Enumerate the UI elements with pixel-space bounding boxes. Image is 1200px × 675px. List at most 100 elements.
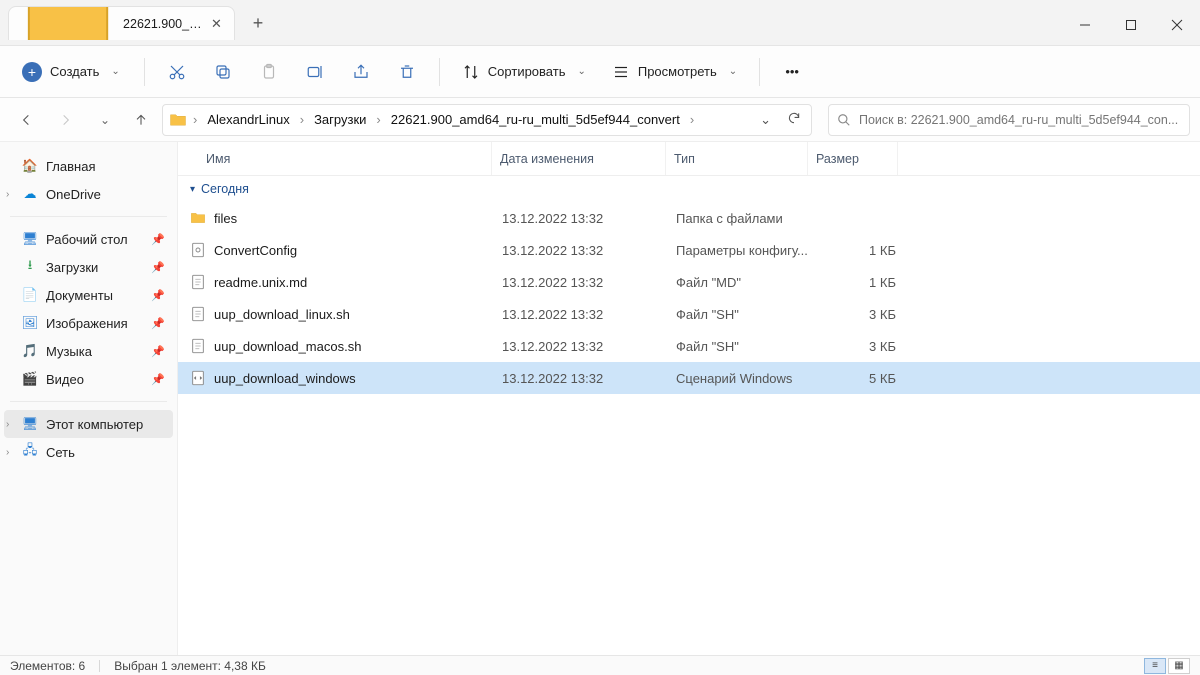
search-input[interactable]: [859, 113, 1181, 127]
view-toggles: ≡ ▦: [1144, 658, 1190, 674]
sidebar-pictures[interactable]: 🖼 Изображения 📌: [4, 309, 173, 337]
file-icon: [188, 370, 208, 386]
computer-icon: 🖥: [22, 416, 38, 432]
file-icon: [188, 306, 208, 322]
chevron-down-icon: ⌄: [729, 66, 737, 77]
minimize-button[interactable]: [1062, 6, 1108, 44]
delete-button[interactable]: [389, 54, 425, 90]
file-row[interactable]: files13.12.2022 13:32Папка с файлами: [178, 202, 1200, 234]
toolbar-separator: [439, 58, 440, 86]
pictures-icon: 🖼: [22, 315, 38, 331]
chevron-right-icon: ›: [688, 112, 696, 127]
plus-icon: +: [22, 62, 42, 82]
pin-icon: 📌: [151, 373, 165, 386]
paste-button[interactable]: [251, 54, 287, 90]
toolbar-separator: [759, 58, 760, 86]
file-row[interactable]: uup_download_linux.sh13.12.2022 13:32Фай…: [178, 298, 1200, 330]
pin-icon: 📌: [151, 261, 165, 274]
col-size[interactable]: Размер: [808, 142, 898, 175]
explorer-body: 🏠 Главная › ☁ OneDrive 🖥 Рабочий стол 📌 …: [0, 142, 1200, 655]
rename-button[interactable]: [297, 54, 333, 90]
search-box[interactable]: [828, 104, 1190, 136]
new-tab-button[interactable]: +: [241, 6, 275, 40]
view-icon: [612, 63, 630, 81]
view-details-toggle[interactable]: ≡: [1144, 658, 1166, 674]
sidebar-this-pc[interactable]: › 🖥 Этот компьютер: [4, 410, 173, 438]
desktop-icon: 🖥: [22, 231, 38, 247]
status-bar: Элементов: 6 Выбран 1 элемент: 4,38 КБ ≡…: [0, 655, 1200, 675]
file-size: 3 КБ: [818, 307, 908, 322]
history-dropdown-icon[interactable]: ⌄: [756, 108, 775, 132]
status-count: Элементов: 6: [10, 659, 85, 673]
tab-close-icon[interactable]: ✕: [211, 16, 222, 32]
divider: [10, 216, 167, 217]
file-type: Файл "SH": [676, 339, 818, 354]
sidebar-label: Сеть: [46, 445, 75, 460]
create-button[interactable]: + Создать ⌄: [16, 54, 130, 90]
file-name: uup_download_windows: [214, 371, 502, 386]
sidebar-documents[interactable]: 📄 Документы 📌: [4, 281, 173, 309]
sidebar-music[interactable]: 🎵 Музыка 📌: [4, 337, 173, 365]
group-header[interactable]: Сегодня: [178, 176, 1200, 202]
expand-icon[interactable]: ›: [6, 447, 9, 458]
file-row[interactable]: readme.unix.md13.12.2022 13:32Файл "MD"1…: [178, 266, 1200, 298]
col-name[interactable]: Имя: [178, 142, 492, 175]
divider: [10, 401, 167, 402]
cut-button[interactable]: [159, 54, 195, 90]
breadcrumb[interactable]: › AlexandrLinux › Загрузки › 22621.900_a…: [162, 104, 812, 136]
forward-button[interactable]: [48, 103, 82, 137]
file-icon: [188, 338, 208, 354]
sort-button[interactable]: Сортировать ⌄: [454, 54, 594, 90]
download-icon: ⭳: [22, 259, 38, 275]
sidebar-videos[interactable]: 🎬 Видео 📌: [4, 365, 173, 393]
file-row[interactable]: ConvertConfig13.12.2022 13:32Параметры к…: [178, 234, 1200, 266]
view-grid-toggle[interactable]: ▦: [1168, 658, 1190, 674]
more-button[interactable]: •••: [774, 54, 810, 90]
sidebar-network[interactable]: › 🖧 Сеть: [4, 438, 173, 466]
up-button[interactable]: [124, 103, 158, 137]
crumb-2[interactable]: 22621.900_amd64_ru-ru_multi_5d5ef944_con…: [387, 110, 684, 129]
sidebar-downloads[interactable]: ⭳ Загрузки 📌: [4, 253, 173, 281]
view-label: Просмотреть: [638, 64, 717, 79]
sidebar-home[interactable]: 🏠 Главная: [4, 152, 173, 180]
folder-icon: [21, 6, 115, 40]
sidebar-desktop[interactable]: 🖥 Рабочий стол 📌: [4, 225, 173, 253]
pin-icon: 📌: [151, 233, 165, 246]
divider: [99, 660, 100, 672]
file-type: Файл "MD": [676, 275, 818, 290]
back-button[interactable]: [10, 103, 44, 137]
file-row[interactable]: uup_download_windows13.12.2022 13:32Сцен…: [178, 362, 1200, 394]
file-icon: [188, 242, 208, 258]
maximize-button[interactable]: [1108, 6, 1154, 44]
file-name: ConvertConfig: [214, 243, 502, 258]
file-name: readme.unix.md: [214, 275, 502, 290]
sidebar: 🏠 Главная › ☁ OneDrive 🖥 Рабочий стол 📌 …: [0, 142, 178, 655]
close-button[interactable]: [1154, 6, 1200, 44]
col-date[interactable]: Дата изменения: [492, 142, 666, 175]
copy-button[interactable]: [205, 54, 241, 90]
file-date: 13.12.2022 13:32: [502, 243, 676, 258]
share-button[interactable]: [343, 54, 379, 90]
file-row[interactable]: uup_download_macos.sh13.12.2022 13:32Фай…: [178, 330, 1200, 362]
file-size: 3 КБ: [818, 339, 908, 354]
view-button[interactable]: Просмотреть ⌄: [604, 54, 745, 90]
sort-label: Сортировать: [488, 64, 566, 79]
window-tab[interactable]: 22621.900_amd64_ru-ru_multi ✕: [8, 6, 235, 40]
file-type: Сценарий Windows: [676, 371, 818, 386]
chevron-right-icon: ›: [298, 112, 306, 127]
refresh-button[interactable]: [783, 107, 805, 132]
pin-icon: 📌: [151, 289, 165, 302]
status-selection: Выбран 1 элемент: 4,38 КБ: [114, 659, 266, 673]
video-icon: 🎬: [22, 371, 38, 387]
crumb-1[interactable]: Загрузки: [310, 110, 370, 129]
home-icon: 🏠: [22, 158, 38, 174]
col-type[interactable]: Тип: [666, 142, 808, 175]
expand-icon[interactable]: ›: [6, 189, 9, 200]
sidebar-onedrive[interactable]: › ☁ OneDrive: [4, 180, 173, 208]
documents-icon: 📄: [22, 287, 38, 303]
crumb-0[interactable]: AlexandrLinux: [203, 110, 293, 129]
expand-icon[interactable]: ›: [6, 419, 9, 430]
folder-icon: [169, 111, 187, 129]
recent-button[interactable]: ⌄: [86, 103, 120, 137]
file-date: 13.12.2022 13:32: [502, 339, 676, 354]
